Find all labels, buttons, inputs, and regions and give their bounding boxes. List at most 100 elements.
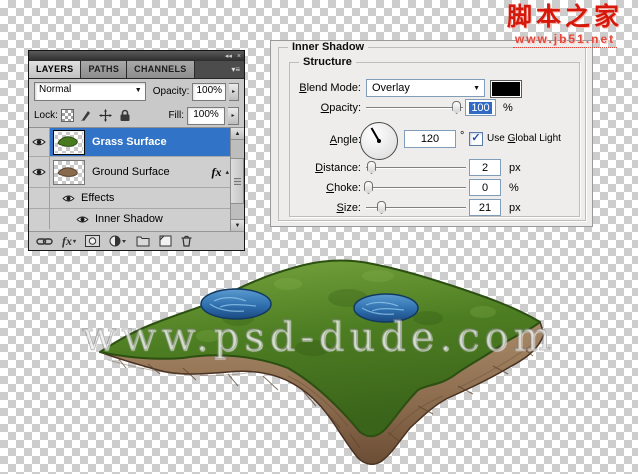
new-group-folder-icon[interactable]	[136, 236, 150, 247]
eye-column-spacer	[29, 188, 50, 208]
adjustment-layer-icon[interactable]	[109, 235, 127, 247]
photoshop-workspace: www.psd-dude.com 脚本之家 www.jb51.net ◂◂ × …	[0, 0, 638, 474]
close-panel-icon[interactable]: ×	[237, 52, 241, 61]
blend-mode-value: Normal	[39, 84, 71, 95]
blend-mode-select[interactable]: Normal ▼	[34, 82, 146, 101]
structure-section-title: Structure	[299, 56, 356, 68]
layers-scrollbar[interactable]: ▲ ▼	[230, 128, 244, 231]
shadow-color-swatch[interactable]	[490, 80, 522, 98]
tab-paths[interactable]: PATHS	[81, 61, 127, 78]
lock-transparency-icon[interactable]	[61, 109, 75, 122]
blend-mode-value: Overlay	[372, 82, 410, 94]
opacity-spinner-icon[interactable]: ▸	[229, 83, 239, 101]
fx-glyph: fx	[62, 234, 72, 249]
lock-all-padlock-icon[interactable]	[118, 109, 132, 122]
layer-name: Grass Surface	[92, 136, 167, 148]
size-unit: px	[509, 202, 521, 214]
lock-position-move-icon[interactable]	[99, 109, 113, 122]
panel-menu-icon[interactable]: ▾≡	[227, 61, 244, 78]
distance-value: 2	[482, 162, 488, 174]
opacity-value-field[interactable]: 100	[465, 99, 496, 116]
visibility-eye-icon[interactable]	[29, 128, 50, 156]
distance-label: Distance:	[289, 162, 361, 174]
canvas-watermark-text: www.psd-dude.com	[0, 314, 638, 360]
layers-panel: ◂◂ × LAYERS PATHS CHANNELS ▾≡ Normal ▼ O…	[28, 50, 245, 251]
dialog-title: Inner Shadow	[288, 41, 368, 53]
tab-channels[interactable]: CHANNELS	[127, 61, 194, 78]
blend-mode-label: Blend Mode:	[289, 82, 361, 94]
chevron-down-icon: ▼	[473, 85, 480, 92]
opacity-label: Opacity:	[153, 86, 190, 97]
size-value: 21	[479, 202, 491, 214]
scrollbar-grip	[234, 178, 241, 185]
inner-shadow-dialog: Inner Shadow Structure Blend Mode: Overl…	[270, 40, 593, 227]
layer-row-grass-surface[interactable]: Grass Surface	[29, 128, 244, 157]
layer-thumbnail-ground[interactable]	[53, 160, 85, 185]
layer-style-fx-icon[interactable]: fx▾	[62, 234, 76, 249]
effects-row[interactable]: Effects	[29, 188, 244, 209]
angle-dial[interactable]	[360, 122, 398, 160]
choke-value-field[interactable]: 0	[469, 179, 501, 196]
choke-slider[interactable]	[366, 180, 466, 195]
slider-track	[366, 187, 466, 188]
fill-value-field[interactable]: 100%	[187, 107, 225, 125]
layer-thumbnail-grass[interactable]	[53, 130, 85, 155]
blend-opacity-row: Normal ▼ Opacity: 100% ▸	[29, 79, 244, 104]
scroll-up-icon[interactable]: ▲	[231, 128, 244, 140]
site-watermark: 脚本之家 www.jb51.net	[492, 3, 638, 48]
size-label: Size:	[289, 202, 361, 214]
eye-column-spacer	[29, 209, 50, 229]
scroll-down-icon[interactable]: ▼	[231, 219, 244, 231]
visibility-eye-icon[interactable]	[29, 157, 50, 187]
collapse-effects-icon[interactable]: ▴	[225, 168, 229, 176]
add-layer-mask-icon[interactable]	[85, 235, 100, 247]
angle-value-field[interactable]: 120	[404, 130, 456, 148]
collapse-panel-icon[interactable]: ◂◂	[225, 52, 232, 61]
size-slider[interactable]	[366, 200, 466, 215]
tab-layers[interactable]: LAYERS	[29, 61, 81, 78]
lock-label: Lock:	[34, 110, 58, 121]
layer-fx-badge[interactable]: fx	[211, 165, 221, 180]
lock-pixels-brush-icon[interactable]	[80, 109, 94, 122]
scrollbar-thumb[interactable]	[231, 158, 244, 204]
distance-unit: px	[509, 162, 521, 174]
visibility-eye-icon[interactable]	[76, 215, 89, 224]
site-watermark-url: www.jb51.net	[513, 32, 617, 48]
visibility-eye-icon[interactable]	[62, 194, 75, 203]
inner-shadow-effect-label: Inner Shadow	[95, 213, 163, 225]
lock-fill-row: Lock: Fill: 100% ▸	[29, 104, 244, 127]
fx-menu-arrow-icon: ▾	[73, 238, 76, 245]
distance-value-field[interactable]: 2	[469, 159, 501, 176]
new-layer-icon[interactable]	[159, 235, 172, 247]
choke-label: Choke:	[289, 182, 361, 194]
slider-thumb[interactable]	[367, 161, 376, 174]
slider-thumb[interactable]	[364, 181, 373, 194]
inner-shadow-effect-row[interactable]: Inner Shadow	[29, 209, 244, 229]
link-layers-icon[interactable]	[36, 237, 53, 246]
slider-thumb[interactable]	[377, 201, 386, 214]
fill-spinner-icon[interactable]: ▸	[228, 107, 239, 125]
angle-center-dot	[377, 139, 381, 143]
panel-tab-bar: LAYERS PATHS CHANNELS ▾≡	[29, 61, 244, 79]
opacity-label: Opacity:	[289, 102, 361, 114]
size-value-field[interactable]: 21	[469, 199, 501, 216]
layer-row-ground-surface[interactable]: Ground Surface fx ▴	[29, 157, 244, 188]
angle-label: Angle:	[289, 134, 361, 146]
slider-track	[366, 167, 466, 168]
site-watermark-title: 脚本之家	[492, 3, 638, 30]
effects-label: Effects	[81, 192, 114, 204]
opacity-unit: %	[503, 102, 513, 114]
panel-bottom-bar: fx▾	[29, 231, 244, 250]
angle-unit: °	[460, 130, 464, 142]
opacity-value-field[interactable]: 100%	[192, 83, 226, 101]
layers-list: Grass Surface Ground Surface fx ▴	[29, 127, 244, 231]
delete-layer-trash-icon[interactable]	[181, 235, 192, 247]
distance-slider[interactable]	[366, 160, 466, 175]
slider-thumb[interactable]	[452, 101, 461, 114]
opacity-slider[interactable]	[366, 100, 463, 115]
use-global-light-label: Use Global Light	[487, 133, 561, 144]
lock-buttons	[61, 109, 132, 122]
blend-mode-dropdown[interactable]: Overlay ▼	[366, 79, 485, 97]
chevron-down-icon: ▼	[135, 87, 142, 94]
use-global-light-checkbox[interactable]: ✓	[469, 132, 483, 146]
